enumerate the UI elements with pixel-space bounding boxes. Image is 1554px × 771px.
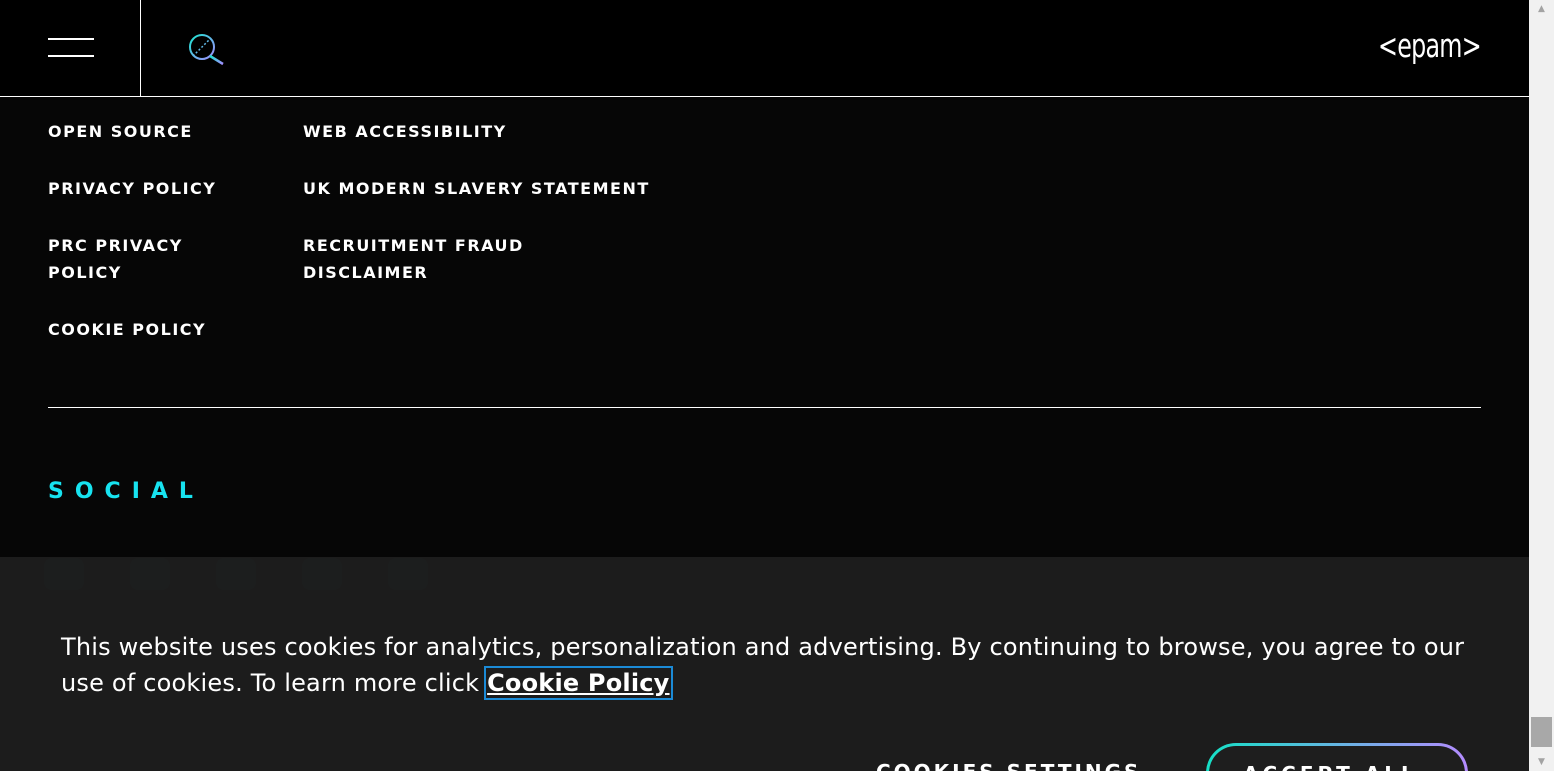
link-privacy-policy[interactable]: PRIVACY POLICY [48, 175, 216, 202]
cookie-message: This website uses cookies for analytics,… [61, 633, 1465, 697]
site-header: <epam> [0, 0, 1529, 97]
hamburger-menu-icon[interactable] [48, 38, 94, 60]
scroll-down-arrow-icon[interactable]: ▼ [1529, 753, 1554, 771]
footer-divider [48, 407, 1481, 408]
accept-all-button[interactable]: ACCEPT ALL [1206, 743, 1468, 771]
header-divider [140, 0, 141, 96]
link-recruitment-fraud-disclaimer[interactable]: RECRUITMENT FRAUD DISCLAIMER [303, 232, 553, 286]
link-open-source[interactable]: OPEN SOURCE [48, 118, 193, 145]
link-cookie-policy[interactable]: COOKIE POLICY [48, 316, 206, 343]
social-heading: SOCIAL [48, 479, 204, 504]
accept-all-label: ACCEPT ALL [1243, 762, 1418, 771]
search-icon[interactable] [186, 32, 226, 68]
link-web-accessibility[interactable]: WEB ACCESSIBILITY [303, 118, 507, 145]
cookies-settings-button[interactable]: COOKIES SETTINGS [876, 760, 1141, 771]
page: <epam> OPEN SOURCE PRIVACY POLICY PRC PR… [0, 0, 1529, 771]
link-prc-privacy-policy[interactable]: PRC PRIVACY POLICY [48, 232, 208, 286]
scroll-up-arrow-icon[interactable]: ▲ [1529, 0, 1554, 18]
scroll-thumb[interactable] [1531, 717, 1552, 747]
vertical-scrollbar[interactable]: ▲ ▼ [1529, 0, 1554, 771]
epam-logo[interactable]: <epam> [1378, 26, 1482, 66]
link-uk-modern-slavery-statement[interactable]: UK MODERN SLAVERY STATEMENT [303, 175, 650, 202]
cookie-banner-text: This website uses cookies for analytics,… [61, 629, 1481, 701]
cookie-policy-link[interactable]: Cookie Policy [484, 666, 673, 700]
cookie-banner: This website uses cookies for analytics,… [0, 557, 1529, 771]
